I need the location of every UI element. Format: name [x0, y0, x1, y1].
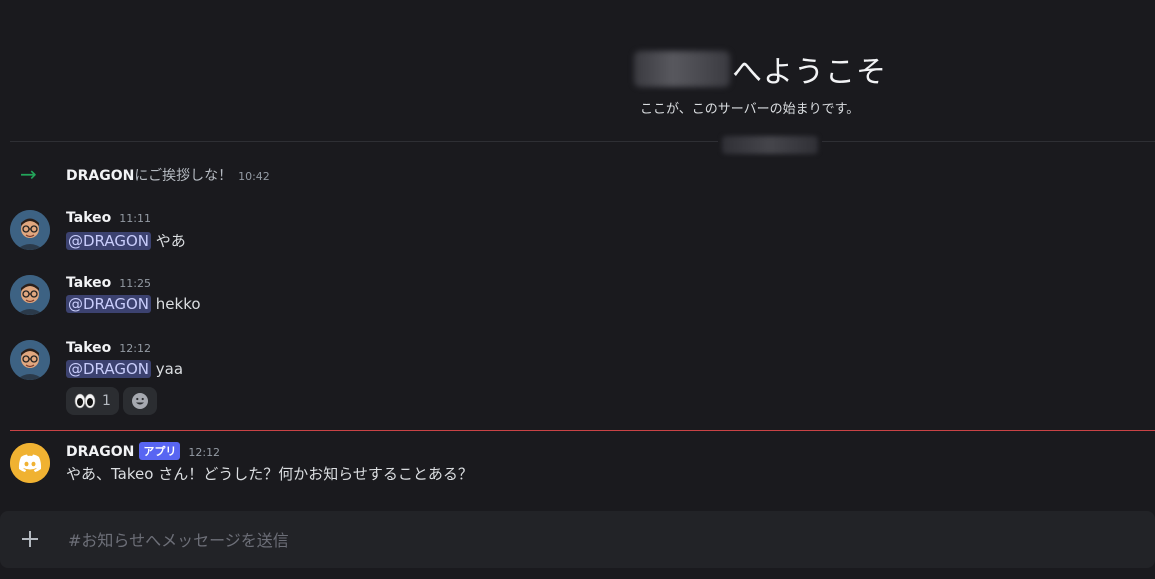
user-mention[interactable]: @DRAGON: [66, 360, 152, 378]
message-timestamp[interactable]: 11:11: [119, 212, 151, 225]
message-header: Takeo 11:25: [66, 275, 151, 291]
reactions-bar: 1: [66, 387, 157, 415]
smiley-add-icon: [131, 393, 148, 409]
welcome-subtitle: ここが、このサーバーの始まりです。: [640, 102, 860, 117]
avatar[interactable]: [10, 340, 50, 380]
app-tag-badge: アプリ: [139, 442, 181, 460]
join-greeting: にご挨拶しな！: [134, 168, 233, 184]
user-mention[interactable]: @DRAGON: [66, 232, 152, 250]
chat-view: へようこそ ここが、このサーバーの始まりです。 → DRAGONにご挨拶しな！ 1…: [0, 0, 1155, 579]
blurred-date: [722, 136, 818, 154]
upload-plus-button[interactable]: [16, 525, 44, 553]
message-composer: [0, 511, 1155, 568]
eyes-emoji-icon: [74, 393, 96, 409]
join-arrow-icon: →: [20, 162, 37, 186]
message-timestamp[interactable]: 11:25: [119, 277, 151, 290]
reaction-count: 1: [102, 393, 111, 409]
message: Takeo 11:25 @DRAGON hekko: [0, 275, 1155, 319]
avatar-face-icon: [10, 340, 50, 380]
message-username[interactable]: Takeo: [66, 340, 111, 356]
message-content: やあ、Takeo さん！どうした？何かお知らせすることある？: [66, 463, 473, 484]
user-mention[interactable]: @DRAGON: [66, 295, 152, 313]
message-content: @DRAGON hekko: [66, 295, 201, 313]
message-content: @DRAGON やあ: [66, 230, 186, 251]
message-username[interactable]: DRAGON: [66, 444, 134, 460]
message: Takeo 11:11 @DRAGON やあ: [0, 210, 1155, 254]
message-timestamp[interactable]: 12:12: [119, 342, 151, 355]
join-message-text: DRAGONにご挨拶しな！ 10:42: [66, 165, 270, 185]
message: Takeo 12:12 @DRAGON yaa 1: [0, 340, 1155, 416]
bot-avatar[interactable]: [10, 443, 50, 483]
plus-icon: [22, 531, 38, 547]
bot-message: DRAGON アプリ 12:12 やあ、Takeo さん！どうした？何かお知らせ…: [0, 442, 1155, 489]
message-header: Takeo 11:11: [66, 210, 151, 226]
join-timestamp[interactable]: 10:42: [238, 170, 270, 183]
blurred-server-name: [634, 51, 730, 87]
add-reaction-button[interactable]: [122, 387, 157, 415]
date-divider-label: [718, 133, 822, 157]
message-text: hekko: [155, 295, 201, 313]
join-username[interactable]: DRAGON: [66, 168, 134, 184]
message-content: @DRAGON yaa: [66, 360, 183, 378]
avatar[interactable]: [10, 210, 50, 250]
date-divider: [10, 141, 1155, 142]
avatar[interactable]: [10, 275, 50, 315]
message-header: DRAGON アプリ 12:12: [66, 442, 220, 461]
welcome-title: へようこそ: [634, 48, 887, 90]
discord-logo-icon: [10, 443, 50, 483]
message-text: yaa: [155, 360, 184, 378]
message-header: Takeo 12:12: [66, 340, 151, 356]
reaction-eyes[interactable]: 1: [66, 387, 119, 415]
message-text: やあ: [155, 232, 186, 250]
join-message: → DRAGONにご挨拶しな！ 10:42: [0, 160, 1155, 188]
message-timestamp[interactable]: 12:12: [188, 446, 220, 459]
avatar-face-icon: [10, 210, 50, 250]
message-input[interactable]: [66, 523, 1130, 557]
avatar-face-icon: [10, 275, 50, 315]
message-username[interactable]: Takeo: [66, 210, 111, 226]
welcome-title-text: へようこそ: [732, 55, 887, 90]
message-username[interactable]: Takeo: [66, 275, 111, 291]
new-messages-divider: [10, 430, 1155, 431]
message-text: やあ、Takeo さん！どうした？何かお知らせすることある？: [66, 465, 473, 483]
